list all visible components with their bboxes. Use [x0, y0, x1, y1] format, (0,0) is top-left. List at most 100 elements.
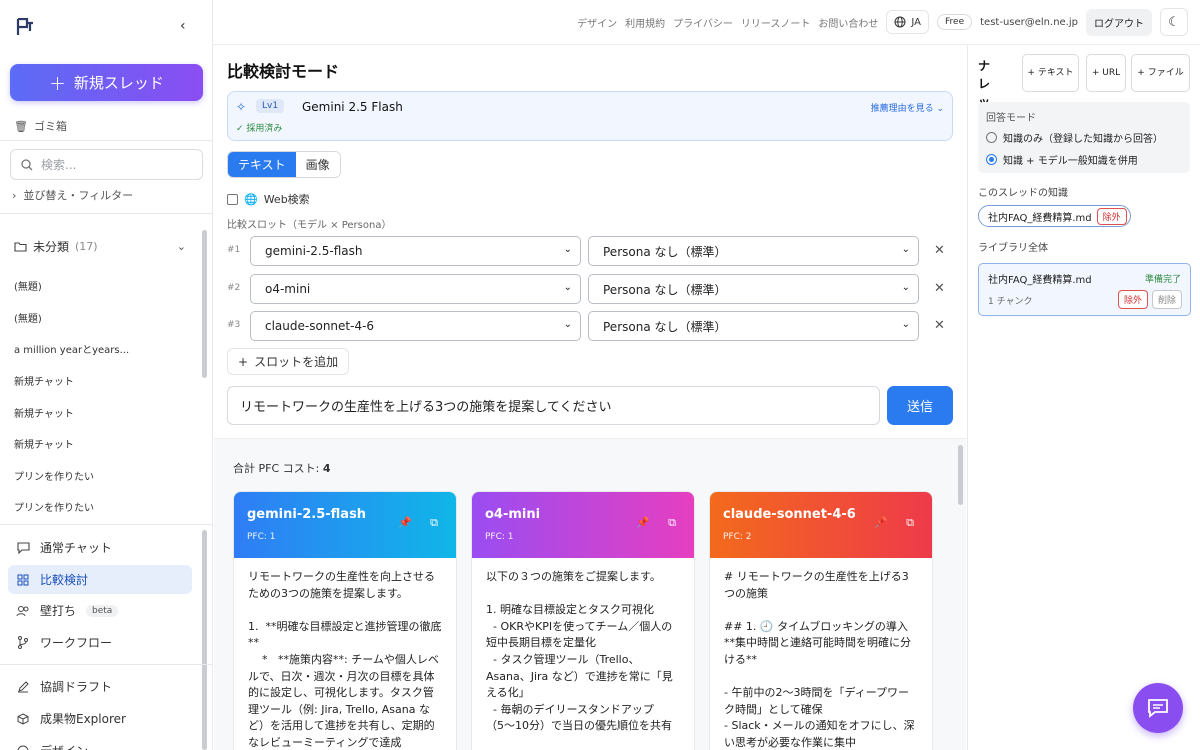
- nav-workflow[interactable]: ワークフロー: [8, 628, 192, 657]
- language-selector[interactable]: JA: [886, 10, 930, 34]
- thread-item[interactable]: (無題): [14, 270, 199, 302]
- total-cost: 合計 PFC コスト: 4: [233, 460, 331, 476]
- nav-scrollbar[interactable]: [202, 530, 207, 750]
- search-field[interactable]: [10, 149, 203, 180]
- users-icon: [16, 604, 30, 618]
- nav-artifact-explorer[interactable]: 成果物Explorer: [8, 704, 192, 733]
- logout-button[interactable]: ログアウト: [1086, 8, 1152, 36]
- nav-brainstorm[interactable]: 壁打ち beta: [8, 596, 192, 625]
- radio-button[interactable]: [986, 132, 997, 143]
- prompt-input[interactable]: リモートワークの生産性を上げる3つの施策を提案してください: [227, 386, 880, 425]
- trash-link[interactable]: 🗑 ゴミ箱: [14, 118, 67, 134]
- total-cost-value: 4: [322, 462, 331, 475]
- divider: [0, 524, 212, 525]
- web-search-checkbox[interactable]: [227, 193, 238, 205]
- copy-icon[interactable]: ⧉: [668, 516, 676, 530]
- collapse-sidebar-icon[interactable]: ‹: [180, 18, 186, 34]
- remove-slot-icon[interactable]: ✕: [934, 318, 945, 333]
- knowledge-panel: ナレッジ + テキスト + URL + ファイル 回答モード 知識のみ（登録した…: [967, 45, 1200, 750]
- persona-select[interactable]: Persona なし（標準） ⌄: [588, 274, 919, 304]
- card-response: # リモートワークの生産性を上げる3つの施策 ## 1. 🕘 タイムブロッキング…: [724, 570, 915, 749]
- thread-knowledge-label: このスレッドの知識: [978, 188, 1068, 199]
- slot-row: #3 claude-sonnet-4-6 ⌄ Persona なし（標準） ⌄ ✕: [227, 311, 957, 341]
- link-terms[interactable]: 利用規約: [625, 15, 665, 30]
- folder-count: (17): [75, 240, 98, 253]
- chat-bubble-button[interactable]: [1133, 683, 1183, 733]
- link-release-notes[interactable]: リリースノート: [741, 15, 811, 30]
- trash-icon: 🗑: [14, 119, 28, 133]
- results-scrollbar[interactable]: [958, 445, 963, 505]
- answer-mode-box: 回答モード 知識のみ（登録した知識から回答） 知識 + モデル一般知識を併用: [978, 102, 1190, 173]
- model-select[interactable]: gemini-2.5-flash ⌄: [250, 236, 581, 266]
- thread-scrollbar[interactable]: [202, 230, 207, 378]
- persona-select[interactable]: Persona なし（標準） ⌄: [588, 311, 919, 341]
- model-select[interactable]: o4-mini ⌄: [250, 274, 581, 304]
- tab-text[interactable]: テキスト: [228, 152, 296, 177]
- thread-item[interactable]: a million yearとyears...: [14, 333, 199, 365]
- model-select[interactable]: claude-sonnet-4-6 ⌄: [250, 311, 581, 341]
- folder-uncategorized[interactable]: 未分類 (17) ⌄: [14, 238, 186, 255]
- link-privacy[interactable]: プライバシー: [673, 15, 733, 30]
- result-card: o4-mini PFC: 1 📌 ⧉ 以下の３つの施策をご提案します。 1. 明…: [471, 491, 695, 750]
- delete-button[interactable]: 削除: [1151, 290, 1182, 309]
- send-button[interactable]: 送信: [887, 386, 953, 425]
- card-pfc: PFC: 1: [247, 532, 276, 542]
- add-slot-label: スロットを追加: [254, 355, 339, 369]
- show-reason-link[interactable]: 推薦理由を見る ⌄: [871, 101, 944, 114]
- sort-filter-label: 並び替え・フィルター: [23, 189, 134, 202]
- nav-compare[interactable]: 比較検討: [8, 565, 192, 594]
- add-file-button[interactable]: + ファイル: [1131, 54, 1190, 92]
- thread-item[interactable]: (無題): [14, 302, 199, 334]
- user-email: test-user@eln.ne.jp: [980, 16, 1078, 28]
- pin-icon[interactable]: 📌: [398, 516, 412, 529]
- new-thread-button[interactable]: + 新規スレッド: [10, 64, 203, 101]
- add-text-button[interactable]: + テキスト: [1022, 54, 1079, 92]
- copy-icon[interactable]: ⧉: [430, 516, 438, 530]
- nav-label: 壁打ち: [40, 604, 77, 618]
- mode-option-label: 知識のみ（登録した知識から回答）: [1003, 134, 1163, 145]
- link-contact[interactable]: お問い合わせ: [818, 15, 878, 30]
- trash-label: ゴミ箱: [33, 120, 67, 133]
- beta-badge: beta: [86, 604, 119, 617]
- app-logo[interactable]: [16, 18, 36, 36]
- divider: [0, 140, 212, 141]
- exclude-button[interactable]: 除外: [1117, 290, 1148, 309]
- nav-normal-chat[interactable]: 通常チャット: [8, 533, 192, 562]
- remove-slot-icon[interactable]: ✕: [934, 281, 945, 296]
- pin-icon[interactable]: 📌: [874, 516, 888, 529]
- chevron-down-icon: ⌄: [901, 244, 910, 255]
- recommendation-box: ✧ Lv1 Gemini 2.5 Flash 推薦理由を見る ⌄ ✓ 採用済み: [227, 91, 953, 141]
- copy-icon[interactable]: ⧉: [906, 516, 914, 530]
- thread-item[interactable]: 新規チャット: [14, 365, 199, 397]
- thread-item[interactable]: 新規チャット: [14, 428, 199, 460]
- thread-knowledge-chip: 社内FAQ_経費精算.md 除外: [978, 205, 1131, 227]
- search-input[interactable]: [41, 157, 181, 172]
- thread-item[interactable]: プリンを作りたい: [14, 460, 199, 492]
- thread-item[interactable]: プリンを作りたい: [14, 491, 199, 523]
- nav-label: デザイン: [40, 742, 88, 750]
- mode-option-knowledge-only[interactable]: 知識のみ（登録した知識から回答）: [986, 130, 1163, 145]
- remove-slot-icon[interactable]: ✕: [934, 243, 945, 258]
- moon-icon[interactable]: ☾: [1160, 8, 1188, 36]
- nav-design[interactable]: デザイン: [8, 736, 192, 750]
- persona-select[interactable]: Persona なし（標準） ⌄: [588, 236, 919, 266]
- radio-button[interactable]: [986, 154, 997, 165]
- sort-filter-toggle[interactable]: › 並び替え・フィルター: [12, 187, 133, 203]
- remove-button[interactable]: 除外: [1096, 207, 1127, 225]
- card-response: リモートワークの生産性を向上させるための3つの施策を提案します。 1. **明確…: [248, 570, 442, 749]
- thread-list: (無題) (無題) a million yearとyears... 新規チャット…: [14, 270, 199, 523]
- chevron-down-icon: ⌄: [901, 282, 910, 293]
- chevron-down-icon: ⌄: [563, 244, 572, 255]
- web-search-toggle[interactable]: 🌐 Web検索: [227, 191, 310, 207]
- tab-image[interactable]: 画像: [295, 152, 340, 177]
- library-item[interactable]: 社内FAQ_経費精算.md 準備完了 1 チャンク 除外 削除: [978, 263, 1191, 316]
- nav-collab-draft[interactable]: 協調ドラフト: [8, 672, 192, 701]
- chevron-down-icon[interactable]: ⌄: [177, 240, 186, 253]
- thread-item[interactable]: 新規チャット: [14, 396, 199, 428]
- add-url-button[interactable]: + URL: [1086, 54, 1126, 92]
- link-design[interactable]: デザイン: [577, 15, 617, 30]
- slot-number: #1: [227, 245, 241, 255]
- pin-icon[interactable]: 📌: [636, 516, 650, 529]
- mode-option-knowledge-plus-model[interactable]: 知識 + モデル一般知識を併用: [986, 152, 1138, 167]
- add-slot-button[interactable]: + スロットを追加: [227, 348, 350, 375]
